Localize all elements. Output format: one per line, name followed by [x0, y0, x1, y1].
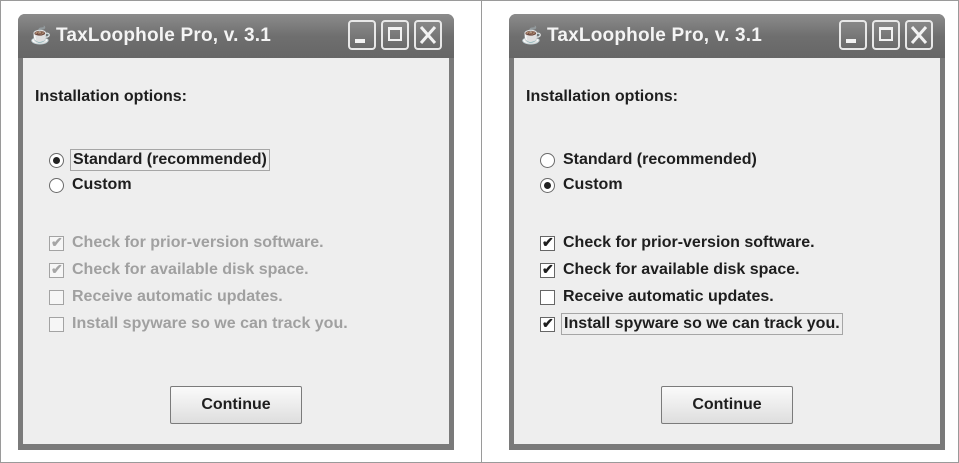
installer-window-custom: ☕ TaxLoophole Pro, v. 3.1 Installation o… [509, 14, 945, 450]
radio-standard[interactable]: Standard (recommended) [540, 149, 759, 171]
window-content: Installation options: Standard (recommen… [514, 58, 940, 444]
radio-label: Standard (recommended) [563, 151, 757, 168]
java-coffee-cup-icon: ☕ [521, 26, 543, 45]
check-icon: ✔ [542, 260, 554, 277]
close-button[interactable] [414, 20, 442, 50]
window-title: TaxLoophole Pro, v. 3.1 [56, 25, 272, 46]
continue-button[interactable]: Continue [170, 386, 302, 424]
radio-button-icon[interactable] [540, 177, 555, 193]
installation-options-heading: Installation options: [526, 88, 678, 105]
maximize-button[interactable] [381, 20, 409, 50]
checkbox-label: Check for prior-version software. [72, 234, 324, 251]
check-prior-version[interactable]: ✔ Check for prior-version software. [540, 232, 817, 254]
radio-label: Custom [563, 176, 623, 193]
panel-divider [481, 0, 482, 463]
checkbox-label: Check for prior-version software. [563, 234, 815, 251]
maximize-icon [879, 27, 893, 41]
checkbox[interactable]: ✔ [540, 260, 555, 278]
java-coffee-cup-icon: ☕ [30, 26, 52, 45]
check-auto-updates[interactable]: Receive automatic updates. [540, 286, 776, 308]
checkbox [49, 289, 64, 305]
check-icon: ✔ [542, 314, 554, 331]
title-bar[interactable]: ☕ TaxLoophole Pro, v. 3.1 [18, 14, 454, 58]
checkbox-label: Check for available disk space. [72, 261, 309, 278]
maximize-icon [388, 27, 402, 41]
close-button[interactable] [905, 20, 933, 50]
radio-button-icon[interactable] [49, 152, 64, 168]
title-bar[interactable]: ☕ TaxLoophole Pro, v. 3.1 [509, 14, 945, 58]
radio-label: Custom [72, 176, 132, 193]
radio-custom[interactable]: Custom [540, 174, 625, 196]
check-spyware[interactable]: ✔ Install spyware so we can track you. [540, 313, 843, 335]
checkbox-label: Receive automatic updates. [72, 288, 283, 305]
maximize-button[interactable] [872, 20, 900, 50]
window-content: Installation options: Standard (recommen… [23, 58, 449, 444]
radio-button-icon[interactable] [540, 152, 555, 168]
close-icon [910, 26, 928, 44]
check-disk-space: ✔ Check for available disk space. [49, 259, 311, 281]
check-prior-version: ✔ Check for prior-version software. [49, 232, 326, 254]
check-icon: ✔ [542, 233, 554, 250]
checkbox[interactable] [540, 289, 555, 305]
installer-window-standard: ☕ TaxLoophole Pro, v. 3.1 Installation o… [18, 14, 454, 450]
radio-button-icon[interactable] [49, 177, 64, 193]
minimize-button[interactable] [839, 20, 867, 50]
checkbox: ✔ [49, 260, 64, 278]
check-disk-space[interactable]: ✔ Check for available disk space. [540, 259, 802, 281]
check-auto-updates: Receive automatic updates. [49, 286, 285, 308]
minimize-button[interactable] [348, 20, 376, 50]
check-icon: ✔ [51, 260, 63, 277]
continue-button[interactable]: Continue [661, 386, 793, 424]
minimize-icon [355, 39, 365, 43]
close-icon [419, 26, 437, 44]
checkbox [49, 316, 64, 332]
check-spyware: Install spyware so we can track you. [49, 313, 350, 335]
checkbox-label: Install spyware so we can track you. [561, 313, 843, 335]
installation-options-heading: Installation options: [35, 88, 187, 105]
checkbox: ✔ [49, 233, 64, 251]
checkbox-label: Check for available disk space. [563, 261, 800, 278]
radio-label: Standard (recommended) [70, 149, 270, 171]
minimize-icon [846, 39, 856, 43]
checkbox[interactable]: ✔ [540, 233, 555, 251]
window-title: TaxLoophole Pro, v. 3.1 [547, 25, 763, 46]
checkbox-label: Install spyware so we can track you. [72, 315, 348, 332]
checkbox-label: Receive automatic updates. [563, 288, 774, 305]
radio-custom[interactable]: Custom [49, 174, 134, 196]
check-icon: ✔ [51, 233, 63, 250]
radio-standard[interactable]: Standard (recommended) [49, 149, 270, 171]
checkbox[interactable]: ✔ [540, 314, 555, 332]
